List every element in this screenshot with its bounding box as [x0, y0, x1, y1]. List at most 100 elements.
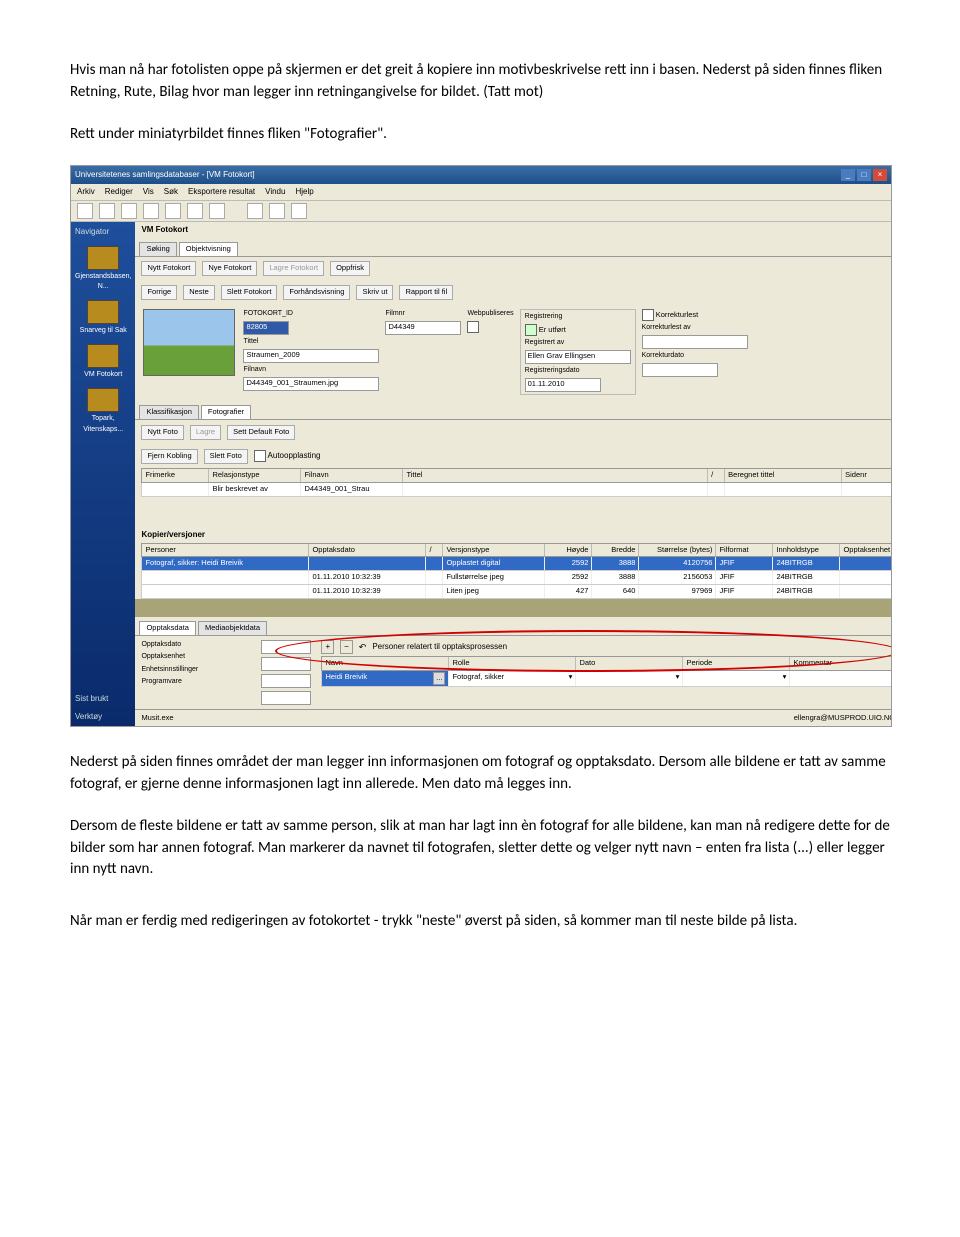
tittel-field[interactable]: Straumen_2009 [243, 349, 379, 363]
window-maximize-button[interactable]: □ [857, 169, 871, 181]
webpubliseres-checkbox[interactable] [467, 321, 479, 333]
gh[interactable]: Bredde [592, 544, 639, 557]
nye-fotokort-button[interactable]: Nye Fotokort [202, 261, 257, 276]
programvare-field[interactable] [261, 691, 311, 705]
sidebar-item[interactable]: VM Fotokort [75, 370, 131, 380]
menu-vindu[interactable]: Vindu [265, 186, 285, 198]
window-minimize-button[interactable]: _ [841, 169, 855, 181]
sidebar-item[interactable]: Topark, Vitenskaps... [75, 414, 131, 434]
toolbar-icon[interactable] [99, 203, 115, 219]
tab-opptaksdata[interactable]: Opptaksdata [139, 621, 196, 635]
tab-soking[interactable]: Søking [139, 242, 176, 256]
toolbar-icon[interactable] [187, 203, 203, 219]
gh[interactable]: Opptaksdato [309, 544, 426, 557]
gh-kommentar[interactable]: Kommentar [790, 657, 892, 670]
gh[interactable]: Størrelse (bytes) [639, 544, 716, 557]
registreringsdato-field[interactable]: 01.11.2010 [525, 378, 601, 392]
minus-button[interactable]: − [340, 640, 353, 654]
gh[interactable]: Innholdstype [773, 544, 840, 557]
window-close-button[interactable]: × [873, 169, 887, 181]
slettfoto-button[interactable]: Slett Foto [204, 449, 248, 464]
gh-relasjonstype[interactable]: Relasjonstype [209, 469, 301, 482]
gh[interactable]: Høyde [545, 544, 592, 557]
menu-rediger[interactable]: Rediger [105, 186, 133, 198]
menu-eksportere[interactable]: Eksportere resultat [188, 186, 255, 198]
skrivut-button[interactable]: Skriv ut [356, 285, 393, 300]
filnavn-field[interactable]: D44349_001_Straumen.jpg [243, 377, 379, 391]
gh[interactable]: Opptaksenhet [840, 544, 892, 557]
dropdown-icon[interactable]: ▾ [783, 672, 787, 685]
fjernkobling-button[interactable]: Fjern Kobling [141, 449, 197, 464]
toolbar-icon[interactable] [291, 203, 307, 219]
korrekturdato-field[interactable] [642, 363, 718, 377]
sidebar-icon[interactable] [87, 344, 119, 368]
menu-vis[interactable]: Vis [143, 186, 154, 198]
menu-arkiv[interactable]: Arkiv [77, 186, 95, 198]
toolbar-icon[interactable] [247, 203, 263, 219]
autoopplasting-checkbox[interactable] [254, 450, 266, 462]
gh-rolle[interactable]: Rolle [449, 657, 576, 670]
ellipsis-button[interactable]: ... [433, 672, 445, 685]
erutfort-checkbox[interactable] [525, 324, 537, 336]
toolbar-icon[interactable] [77, 203, 93, 219]
gh-dato[interactable]: Dato [576, 657, 683, 670]
gh-frimerke[interactable]: Frimerke [142, 469, 209, 482]
toolbar-delete-icon[interactable] [209, 203, 225, 219]
gh-periode[interactable]: Periode [683, 657, 790, 670]
kopier-row[interactable]: 01.11.2010 10:32:39 Liten jpeg 427 640 9… [141, 585, 892, 599]
forrige-button[interactable]: Forrige [141, 285, 177, 300]
toolbar-icon[interactable] [269, 203, 285, 219]
dropdown-icon[interactable]: ▾ [569, 672, 573, 685]
settdefault-button[interactable]: Sett Default Foto [227, 425, 295, 440]
gh-navn[interactable]: Navn [322, 657, 449, 670]
sidebar-bottom-item[interactable]: Sist brukt [75, 693, 131, 705]
nytt-fotokort-button[interactable]: Nytt Fotokort [141, 261, 196, 276]
personer-row[interactable]: Heidi Breivik... Fotograf, sikker▾ ▾ ▾ [321, 671, 892, 687]
filmnr-field[interactable]: D44349 [385, 321, 461, 335]
undo-button[interactable]: ↶ [359, 641, 367, 654]
fotokortid-field[interactable]: 82805 [243, 321, 289, 335]
menu-sok[interactable]: Søk [164, 186, 178, 198]
sidebar-icon[interactable] [87, 246, 119, 270]
kopier-row[interactable]: 01.11.2010 10:32:39 Fullstørrelse jpeg 2… [141, 571, 892, 585]
menu-hjelp[interactable]: Hjelp [295, 186, 313, 198]
lagre-foto-button[interactable]: Lagre [190, 425, 221, 440]
sidebar-bottom-item[interactable]: Verktøy [75, 711, 131, 723]
gh-filnavn[interactable]: Filnavn [301, 469, 403, 482]
korrekturlest-checkbox[interactable] [642, 309, 654, 321]
oppfrisk-button[interactable]: Oppfrisk [330, 261, 370, 276]
forhandsvisning-button[interactable]: Forhåndsvisning [283, 285, 350, 300]
gh[interactable]: Personer [142, 544, 309, 557]
sidebar-icon[interactable] [87, 300, 119, 324]
rapport-button[interactable]: Rapport til fil [399, 285, 453, 300]
photo-thumbnail[interactable] [143, 309, 235, 376]
gh-beregnet[interactable]: Beregnet tittel [725, 469, 842, 482]
plus-button[interactable]: + [321, 640, 334, 654]
tab-klassifikasjon[interactable]: Klassifikasjon [139, 405, 198, 419]
toolbar-cut-icon[interactable] [121, 203, 137, 219]
nyttfoto-button[interactable]: Nytt Foto [141, 425, 183, 440]
gh-tittel[interactable]: Tittel [403, 469, 708, 482]
toolbar-paste-icon[interactable] [165, 203, 181, 219]
gh-sidenr[interactable]: Sidenr [842, 469, 892, 482]
dropdown-icon[interactable]: ▾ [676, 672, 680, 685]
tab-fotografier[interactable]: Fotografier [201, 405, 251, 419]
sidebar-item[interactable]: Snarveg til Sak [75, 326, 131, 336]
korrekturlestav-field[interactable] [642, 335, 748, 349]
sidebar-icon[interactable] [87, 388, 119, 412]
opptaksdato-field[interactable] [261, 640, 311, 654]
foto-grid-row[interactable]: Blir beskrevet av D44349_001_Strau [141, 483, 892, 497]
registrertav-field[interactable]: Ellen Grav Ellingsen [525, 350, 631, 364]
toolbar-copy-icon[interactable] [143, 203, 159, 219]
enhetsinnstillinger-field[interactable] [261, 674, 311, 688]
tab-objektvisning[interactable]: Objektvisning [179, 242, 238, 256]
kopier-row[interactable]: Fotograf, sikker: Heidi Breivik Opplaste… [141, 557, 892, 571]
neste-button[interactable]: Neste [183, 285, 215, 300]
gh[interactable]: Filformat [716, 544, 773, 557]
lagre-fotokort-button[interactable]: Lagre Fotokort [263, 261, 324, 276]
tab-mediaobjektdata[interactable]: Mediaobjektdata [198, 621, 267, 635]
gh[interactable]: Versjonstype [443, 544, 545, 557]
opptaksenhet-field[interactable] [261, 657, 311, 671]
sidebar-item[interactable]: Gjenstandsbasen, N... [75, 272, 131, 292]
slett-fotokort-button[interactable]: Slett Fotokort [221, 285, 278, 300]
